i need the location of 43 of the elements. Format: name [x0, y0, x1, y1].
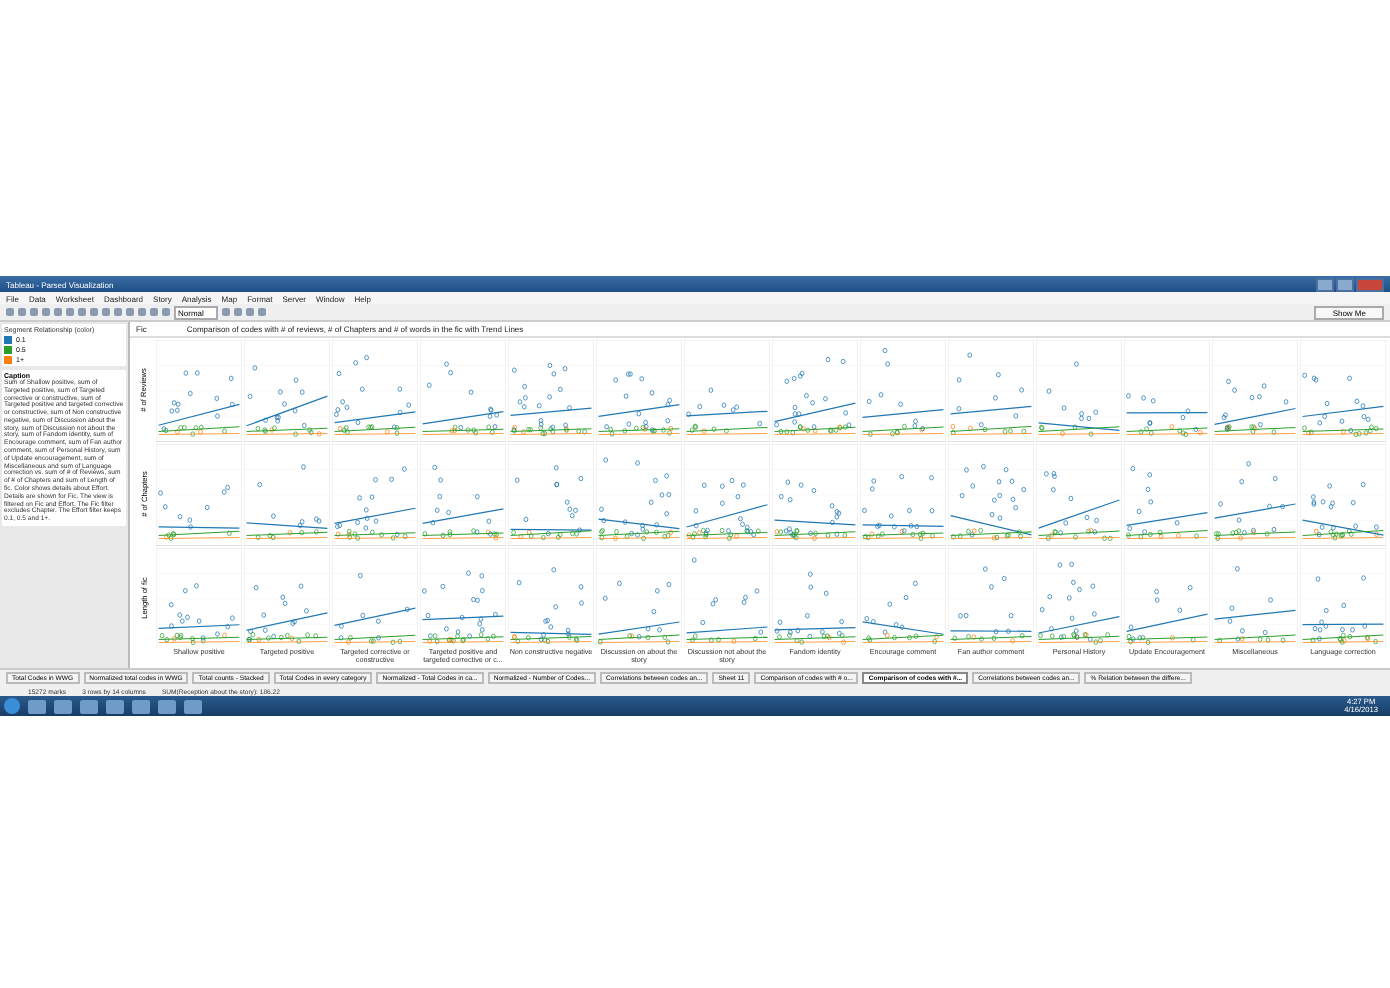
scatter-plot-drawing — [332, 443, 418, 546]
scatter-plot-drawing — [332, 340, 418, 442]
scatter-plot-drawing — [1212, 547, 1298, 649]
scatter-plot-drawing — [244, 340, 330, 442]
scatter-plot-drawing — [156, 547, 242, 649]
scatter-plot-drawing — [772, 547, 858, 649]
scatter-plot-drawing — [508, 443, 594, 546]
scatter-plot-drawing — [156, 340, 242, 442]
scatter-plot-drawing — [1212, 443, 1298, 546]
close-button[interactable] — [1356, 277, 1384, 291]
scatter-plot-drawing — [684, 443, 770, 546]
scatter-plot-drawing — [684, 547, 770, 649]
scatter-plot-drawing — [156, 443, 242, 546]
scatter-plot-drawing — [772, 340, 858, 442]
minimize-button[interactable] — [1316, 277, 1334, 291]
scatter-plot-drawing — [1124, 547, 1210, 649]
start-button[interactable] — [4, 698, 20, 714]
scatter-plot-drawing — [948, 443, 1034, 546]
scatter-plot-drawing — [420, 547, 506, 649]
scatter-plot-drawing — [860, 340, 946, 442]
scatter-plot-drawing — [508, 340, 594, 442]
scatter-plot-drawing — [420, 443, 506, 546]
scatter-plot-drawing — [948, 547, 1034, 649]
scatter-plot-drawing — [1036, 547, 1122, 649]
scatter-plot-drawing — [420, 340, 506, 442]
scatter-plot-drawing — [772, 443, 858, 546]
scatter-plot-drawing — [1212, 340, 1298, 442]
scatter-plot-drawing — [948, 340, 1034, 442]
scatter-plot-drawing — [1124, 340, 1210, 442]
scatter-plot-drawing — [1036, 443, 1122, 546]
maximize-button[interactable] — [1336, 277, 1354, 291]
scatter-plot-drawing — [508, 547, 594, 649]
scatter-plot-drawing — [860, 547, 946, 649]
scatter-plot-drawing — [684, 340, 770, 442]
scatter-plot-drawing — [244, 443, 330, 546]
scatter-plot-drawing — [244, 547, 330, 649]
scatter-plot-drawing — [596, 340, 682, 442]
scatter-plot-drawing — [596, 547, 682, 649]
scatter-plot-drawing — [1036, 340, 1122, 442]
scatter-plot-drawing — [332, 547, 418, 649]
scatter-plot-drawing — [1124, 443, 1210, 546]
scatter-plot-drawing — [596, 443, 682, 546]
scatter-plot-drawing — [860, 443, 946, 546]
